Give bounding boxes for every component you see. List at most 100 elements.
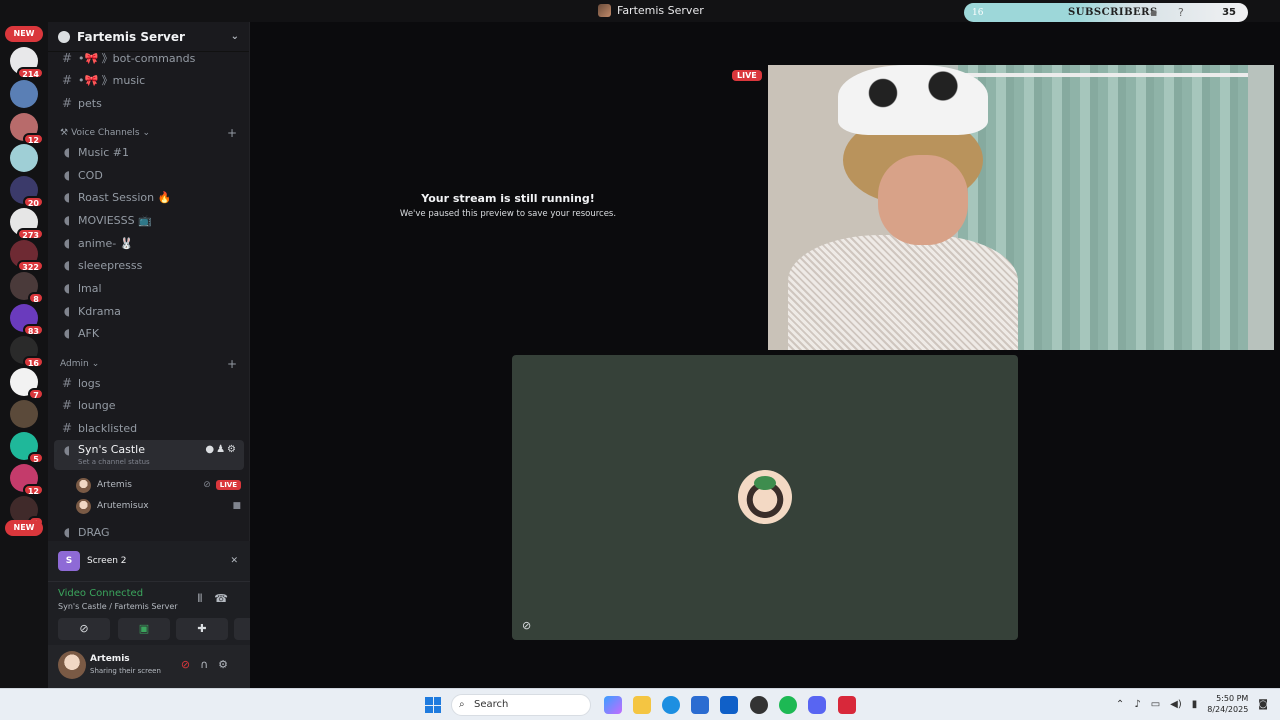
file-explorer-icon[interactable] [633,696,651,714]
channel-blacklisted[interactable]: # blacklisted [54,417,244,439]
voice-location[interactable]: Syn's Castle / Fartemis Server [58,602,178,611]
avatar[interactable] [58,651,86,679]
channel-label: Music #1 [78,145,130,159]
server-icon-14[interactable]: 12 [10,464,44,496]
voice-member-arutemisux[interactable]: Arutemisux ■ [76,496,241,516]
channel-label: Syn's Castle [78,443,146,456]
help-icon[interactable]: ? [1178,6,1184,19]
server-icon-4[interactable] [10,144,38,172]
user-name[interactable]: Artemis [90,654,130,664]
voice-member-artemis[interactable]: Artemis ⊘ LIVE [76,475,241,495]
server-icon-12[interactable] [10,400,38,428]
server-icon-6[interactable]: 273 [10,208,44,240]
mention-badge: 5 [28,452,44,464]
voice-channel-anime[interactable]: ◖ anime- 🐰 [54,232,244,254]
server-icon-1[interactable]: 214 [10,47,44,79]
channel-status-placeholder[interactable]: Set a channel status [78,458,150,466]
server-icon-9[interactable]: 83 [10,304,44,336]
network-icon[interactable]: ▭ [1151,699,1160,710]
chat-icon[interactable]: ● [205,444,216,455]
taskbar-search[interactable]: ⌕ Search [451,694,591,716]
category-admin[interactable]: Admin ⌄ [60,359,99,369]
mic-muted-icon: ⊘ [203,480,211,490]
voice-channel-roast-session[interactable]: ◖ Roast Session 🔥 [54,186,244,208]
hashtag-icon: # [61,398,73,412]
microphone-icon[interactable]: ♪ [1134,699,1140,710]
edge-icon[interactable] [662,696,680,714]
gear-icon[interactable]: ⚙ [227,444,238,455]
voice-channel-syns-castle[interactable]: ◖ Syn's Castle Set a channel status ●♟⚙ [54,440,244,470]
participant-tile[interactable]: ⊘ [512,355,1018,640]
channel-actions[interactable]: ●♟⚙ [205,444,238,455]
voice-channel-sleeepresss[interactable]: ◖ sleeepresss [54,254,244,276]
voice-channel-kdrama[interactable]: ◖ Kdrama [54,300,244,322]
new-badge-bottom[interactable]: NEW [5,520,43,536]
noise-suppression-icon[interactable]: ⦀ [197,592,214,605]
voice-connected-label[interactable]: Video Connected [58,588,143,599]
screen-share-button[interactable]: ▣ [118,618,170,640]
server-icon-11[interactable]: 7 [10,368,44,400]
video-person-shirt [788,235,1018,350]
chevron-up-icon[interactable]: ⌃ [1116,699,1124,710]
server-icon-8[interactable]: 8 [10,272,44,304]
category-label: Admin [60,359,89,369]
channel-lounge[interactable]: # lounge [54,394,244,416]
server-icon-10[interactable]: 16 [10,336,44,368]
windows-start-icon[interactable] [425,697,441,713]
chevron-down-icon: ⌄ [91,359,100,369]
category-voice-channels[interactable]: ⚒ Voice Channels ⌄ [60,128,150,138]
server-icon-7[interactable]: 322 [10,240,44,272]
avatar-hat [754,476,776,490]
window-titlebar: Fartemis Server 16 SUBSCRIBERS ▪ ? 35 [0,0,1280,22]
speaker-icon: ◖ [63,213,71,227]
headphones-icon[interactable]: ∩ [200,658,218,671]
gear-icon[interactable]: ⚙ [218,658,238,671]
activity-button[interactable]: ✚ [176,618,228,640]
add-channel-icon[interactable]: + [227,126,237,140]
mic-muted-icon[interactable]: ⊘ [181,658,200,671]
store-icon[interactable] [691,696,709,714]
voice-channel-lmal[interactable]: ◖ lmal [54,277,244,299]
channel-music[interactable]: # •🎀 》music [54,69,244,91]
voice-channel-drag[interactable]: ◖ DRAG [54,521,244,543]
camera-icon: ■ [232,501,241,511]
channel-bot-commands[interactable]: # •🎀 》bot-commands [54,47,244,69]
inbox-icon[interactable]: ▪ [1150,6,1157,19]
voice-channel-afk[interactable]: ◖ AFK [54,322,244,344]
notification-icon[interactable]: ◙ [1258,699,1268,710]
battery-icon[interactable]: ▮ [1192,699,1198,710]
server-icon-5[interactable]: 20 [10,176,44,208]
invite-icon[interactable]: ♟ [216,444,227,455]
voice-channel-moviesss[interactable]: ◖ MOVIESSS 📺 [54,209,244,231]
channel-label: AFK [78,326,100,340]
user-controls: ⊘∩⚙ [181,658,238,671]
channel-logs[interactable]: # logs [54,372,244,394]
screen-share-panel[interactable]: S Screen 2 ✕ [48,541,250,581]
camera-toggle-button[interactable]: ⊘ [58,618,110,640]
disconnect-icon[interactable]: ☎ [214,592,240,605]
new-badge[interactable]: NEW [5,26,43,42]
app-icon[interactable] [838,696,856,714]
channel-pets[interactable]: # pets [54,92,244,114]
obs-icon[interactable] [750,696,768,714]
server-icon-13[interactable]: 5 [10,432,44,464]
stop-share-icon[interactable]: ✕ [230,556,238,566]
speaker-icon: ◖ [63,168,71,182]
clock[interactable]: 5:50 PM 8/24/2025 [1207,693,1248,715]
hashtag-icon: # [61,51,73,65]
copilot-icon[interactable] [604,696,622,714]
discord-icon[interactable] [808,696,826,714]
hashtag-icon: # [61,96,73,110]
outlook-icon[interactable] [720,696,738,714]
voice-controls: ⦀☎ [197,592,240,606]
spotify-icon[interactable] [779,696,797,714]
hammer-icon: ⚒ [60,128,69,138]
server-icon-3[interactable]: 12 [10,113,44,145]
server-icon-2[interactable] [10,80,38,108]
speaker-icon: ◖ [63,281,71,295]
add-channel-icon[interactable]: + [227,357,237,371]
voice-channel-music-1[interactable]: ◖ Music #1 [54,141,244,163]
volume-icon[interactable]: ◀) [1170,699,1182,710]
webcam-video-tile[interactable] [768,65,1274,350]
voice-channel-cod[interactable]: ◖ COD [54,164,244,186]
